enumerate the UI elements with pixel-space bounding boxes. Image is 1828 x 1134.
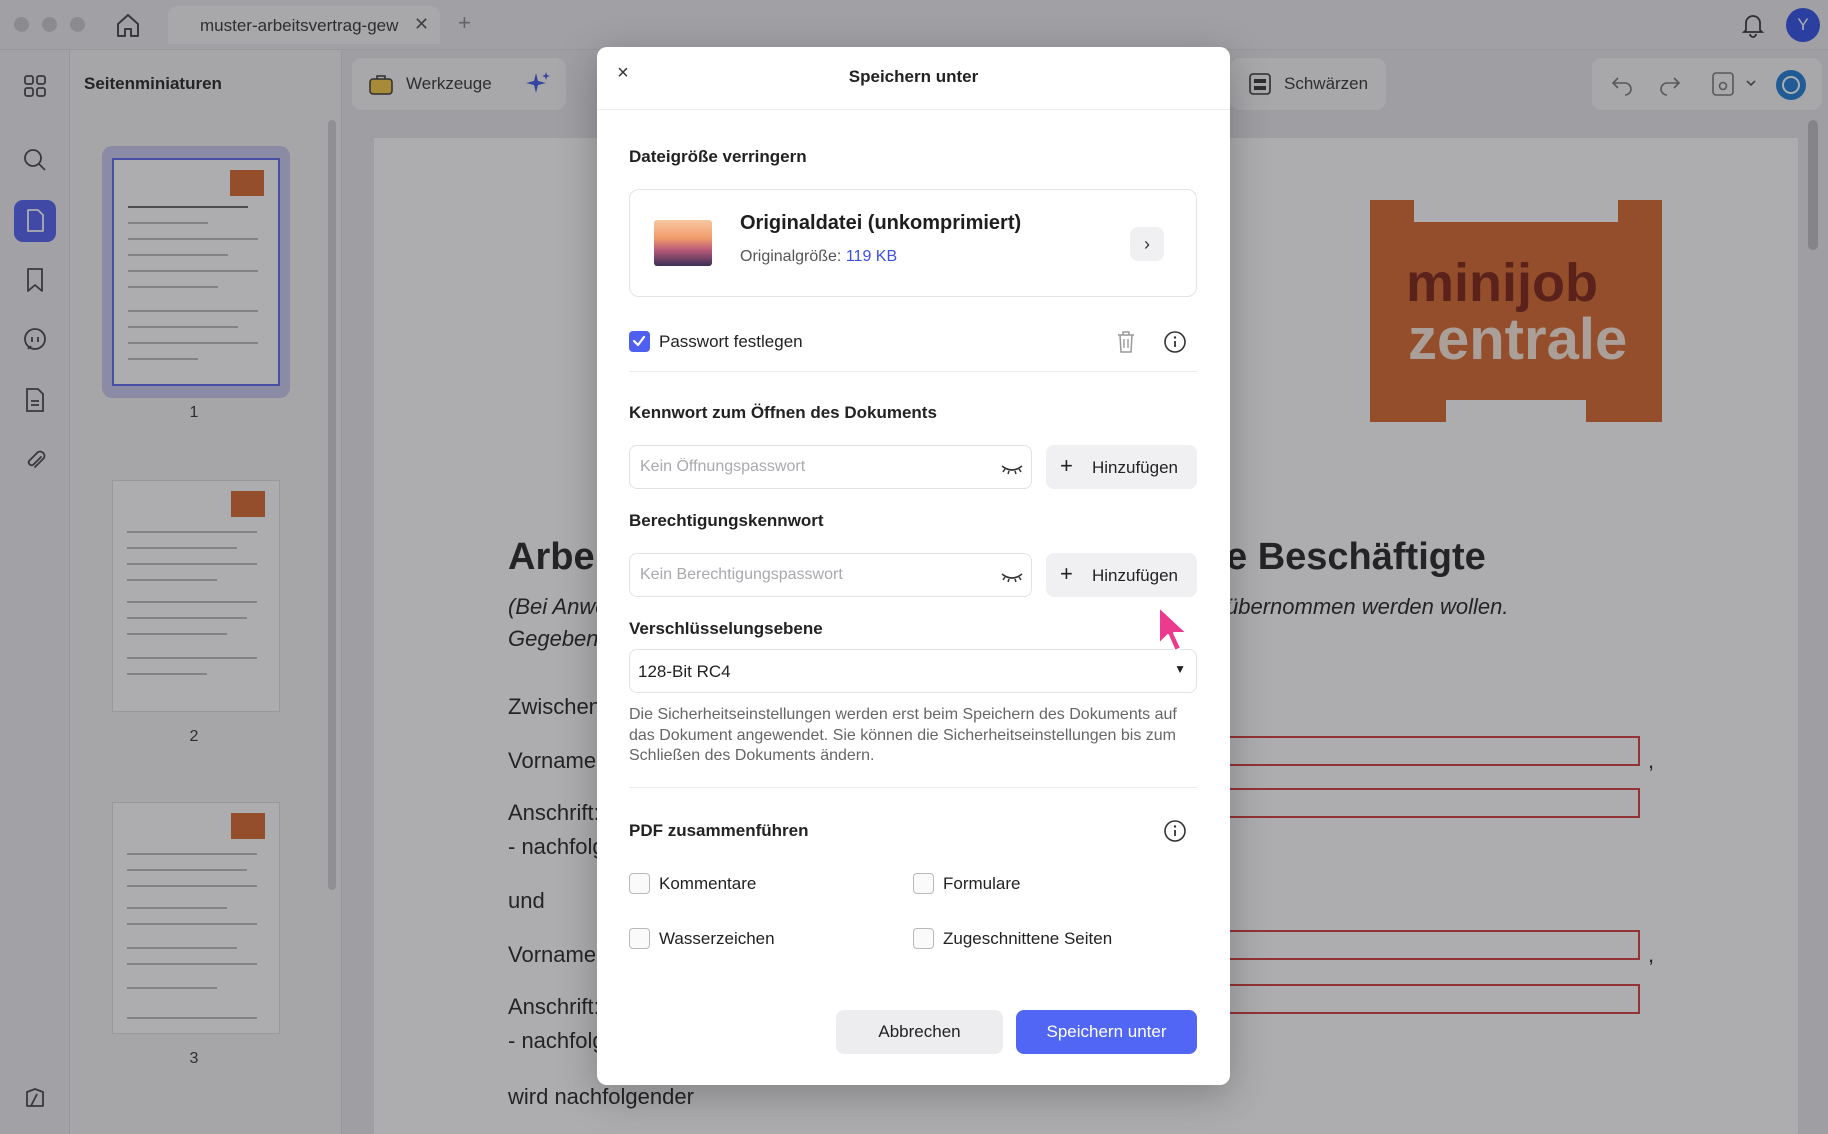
dropdown-arrow-icon: ▼ bbox=[1174, 662, 1186, 676]
merge-pdf-heading: PDF zusammenführen bbox=[629, 821, 809, 840]
add-permission-password-button[interactable]: + Hinzufügen bbox=[1046, 553, 1197, 597]
forms-checkbox[interactable] bbox=[913, 873, 934, 894]
encryption-level-heading: Verschlüsselungsebene bbox=[629, 619, 823, 638]
open-password-field[interactable] bbox=[629, 445, 1032, 489]
trash-icon[interactable] bbox=[1113, 329, 1139, 355]
original-size-text: Originalgröße: 119 KB bbox=[740, 248, 897, 266]
watermarks-label: Wasserzeichen bbox=[659, 929, 775, 948]
dialog-header-divider bbox=[597, 109, 1230, 110]
watermarks-checkbox[interactable] bbox=[629, 928, 650, 949]
plus-icon: + bbox=[1060, 561, 1073, 586]
original-size-value: 119 KB bbox=[845, 248, 898, 265]
chevron-right-icon[interactable]: › bbox=[1130, 227, 1164, 261]
permission-password-input[interactable] bbox=[640, 554, 990, 596]
dialog-title: Speichern unter bbox=[848, 67, 979, 86]
eye-closed-icon[interactable] bbox=[1000, 566, 1024, 586]
section-divider bbox=[629, 371, 1197, 372]
set-password-label: Passwort festlegen bbox=[659, 332, 803, 351]
section-divider bbox=[629, 787, 1197, 788]
save-as-button[interactable]: Speichern unter bbox=[1016, 1010, 1197, 1054]
info-icon[interactable] bbox=[1162, 329, 1188, 355]
compression-option-title: Originaldatei (unkomprimiert) bbox=[740, 212, 1022, 234]
forms-label: Formulare bbox=[943, 874, 1021, 893]
open-password-heading: Kennwort zum Öffnen des Dokuments bbox=[629, 403, 937, 422]
permission-password-heading: Berechtigungskennwort bbox=[629, 511, 824, 530]
encryption-level-select[interactable]: 128-Bit RC4 ▼ bbox=[629, 649, 1197, 693]
compression-option-card[interactable]: Originaldatei (unkomprimiert) Originalgr… bbox=[629, 189, 1197, 297]
security-note: Die Sicherheitseinstellungen werden erst… bbox=[629, 706, 1177, 764]
file-thumbnail bbox=[654, 220, 712, 266]
add-button-label: Hinzufügen bbox=[1092, 566, 1179, 585]
reduce-size-heading: Dateigröße verringern bbox=[629, 147, 807, 166]
mouse-cursor-icon bbox=[1156, 604, 1192, 656]
open-password-input[interactable] bbox=[640, 446, 990, 488]
original-size-label: Originalgröße: bbox=[740, 248, 842, 265]
save-as-dialog: × Speichern unter Dateigröße verringern … bbox=[597, 47, 1230, 1085]
encryption-level-value: 128-Bit RC4 bbox=[638, 662, 731, 681]
info-icon[interactable] bbox=[1162, 818, 1188, 844]
cancel-button[interactable]: Abbrechen bbox=[836, 1010, 1003, 1054]
set-password-checkbox[interactable] bbox=[629, 331, 650, 352]
comments-checkbox[interactable] bbox=[629, 873, 650, 894]
add-open-password-button[interactable]: + Hinzufügen bbox=[1046, 445, 1197, 489]
cropped-pages-label: Zugeschnittene Seiten bbox=[943, 929, 1113, 948]
plus-icon: + bbox=[1060, 453, 1073, 478]
cropped-pages-checkbox[interactable] bbox=[913, 928, 934, 949]
eye-closed-icon[interactable] bbox=[1000, 458, 1024, 478]
permission-password-field[interactable] bbox=[629, 553, 1032, 597]
comments-label: Kommentare bbox=[659, 874, 757, 893]
add-button-label: Hinzufügen bbox=[1092, 458, 1179, 477]
